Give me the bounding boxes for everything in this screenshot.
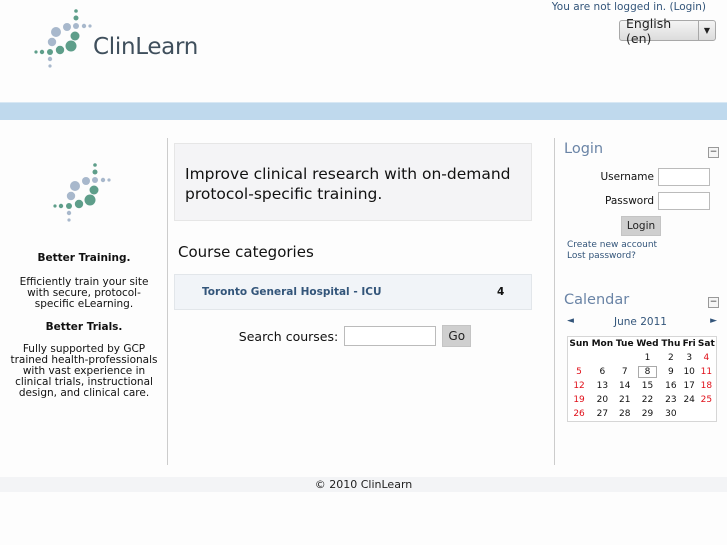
promo-heading-training: Better Training. [37,252,131,264]
calendar-day[interactable]: 14 [615,379,635,393]
category-link[interactable]: Toronto General Hospital - ICU [202,286,381,298]
calendar-day[interactable]: 24 [682,393,697,407]
copyright-text: © 2010 ClinLearn [314,478,413,491]
calendar-week-row: 5 6 7 8 9 10 11 [568,365,717,379]
calendar-empty-cell [697,407,717,421]
intro-box: Improve clinical research with on-demand… [174,143,532,221]
username-row: Username [555,168,727,186]
category-row: Toronto General Hospital - ICU 4 [174,274,532,310]
calendar-day[interactable]: 25 [697,393,717,407]
site-name[interactable]: ClinLearn [93,34,198,60]
calendar-day[interactable]: 1 [635,351,660,365]
calendar-day[interactable]: 18 [697,379,717,393]
calendar-week-row: 26 27 28 29 30 [568,407,717,421]
login-button[interactable]: Login [621,216,661,236]
calendar-day[interactable]: 16 [660,379,682,393]
calendar-day[interactable]: 7 [615,365,635,379]
calendar-day[interactable]: 22 [635,393,660,407]
language-select[interactable]: English (en) ▼ [619,16,716,46]
course-categories-heading: Course categories [178,243,314,261]
login-block-title: Login [564,141,604,157]
calendar-weekday-header: Sun Mon Tue Wed Thu Fri Sat [568,337,717,351]
page-header: ClinLearn You are not logged in. (Login)… [0,0,727,102]
calendar-day[interactable]: 19 [568,393,591,407]
page-footer: © 2010 ClinLearn [0,477,727,492]
calendar-block-title: Calendar [564,292,630,308]
calendar-month-link[interactable]: June 2011 [614,316,667,328]
weekday-label: Mon [591,338,614,349]
password-row: Password [555,192,727,210]
login-info: You are not logged in. (Login) [552,1,706,13]
login-link[interactable]: (Login) [669,1,706,13]
weekday-label: Sat [697,338,715,349]
promo-text: Better Training. Efficiently train your … [8,253,160,411]
next-month-icon[interactable]: ► [710,316,717,326]
previous-month-icon[interactable]: ◄ [567,316,574,326]
calendar-day[interactable]: 3 [682,351,697,365]
calendar-day[interactable]: 30 [660,407,682,421]
username-label: Username [600,171,654,183]
calendar-day[interactable]: 5 [568,365,591,379]
weekday-label: Tue [615,338,634,349]
calendar-day[interactable]: 15 [635,379,660,393]
calendar-day[interactable]: 17 [682,379,697,393]
weekday-label: Fri [682,338,696,349]
clinlearn-dots-icon [53,163,111,222]
calendar-day[interactable]: 11 [697,365,717,379]
search-courses-input[interactable] [344,326,437,346]
today-marker: 8 [637,365,658,378]
calendar-table: Sun Mon Tue Wed Thu Fri Sat 1 2 3 4 5 6 7 8 9 10 1… [567,336,717,422]
category-course-count: 4 [497,286,505,298]
calendar-day[interactable]: 20 [590,393,615,407]
promo-text-trials: Fully supported by GCP trained health-pr… [10,343,158,399]
calendar-day[interactable]: 28 [615,407,635,421]
calendar-day-today[interactable]: 8 [635,365,660,379]
calendar-day[interactable]: 10 [682,365,697,379]
calendar-day[interactable]: 9 [660,365,682,379]
calendar-day[interactable]: 27 [590,407,615,421]
promo-text-training: Efficiently train your site with secure,… [19,276,149,310]
collapse-calendar-icon[interactable]: − [708,297,719,308]
search-courses-label: Search courses: [238,328,339,344]
calendar-day[interactable]: 21 [615,393,635,407]
calendar-week-row: 1234 [568,351,717,365]
calendar-empty-cell [590,351,615,365]
nav-bar [0,102,727,120]
login-status-text: You are not logged in. [551,1,667,13]
calendar-day[interactable]: 4 [697,351,717,365]
right-column: Login − Username Password Login Create n… [554,138,727,465]
course-search-form: Search courses: Go [169,325,541,347]
lost-password-link[interactable]: Lost password? [567,251,636,261]
calendar-day[interactable]: 6 [590,365,615,379]
calendar-day[interactable]: 26 [568,407,591,421]
chevron-down-icon: ▼ [698,21,715,40]
main-content: Improve clinical research with on-demand… [169,138,554,465]
username-input[interactable] [658,168,710,186]
calendar-day[interactable]: 2 [660,351,682,365]
calendar-week-row: 19 20 21 22 23 24 25 [568,393,717,407]
calendar-day[interactable]: 23 [660,393,682,407]
password-input[interactable] [658,192,710,210]
intro-text: Improve clinical research with on-demand… [185,165,511,203]
promo-heading-trials: Better Trials. [45,321,123,333]
create-account-link[interactable]: Create new account [567,240,657,250]
calendar-week-row: 12 13 14 15 16 17 18 [568,379,717,393]
calendar-empty-cell [682,407,697,421]
password-label: Password [604,195,654,207]
search-go-button[interactable]: Go [442,325,472,347]
left-column: Better Training. Efficiently train your … [0,138,168,465]
calendar-day[interactable]: 29 [635,407,660,421]
collapse-login-icon[interactable]: − [708,147,719,158]
weekday-label: Wed [636,338,659,349]
calendar-empty-cell [568,351,591,365]
calendar-day[interactable]: 12 [568,379,591,393]
weekday-label: Sun [569,338,589,349]
calendar-day[interactable]: 13 [590,379,615,393]
calendar-empty-cell [615,351,635,365]
weekday-label: Thu [661,338,681,349]
language-value: English (en) [626,15,672,46]
